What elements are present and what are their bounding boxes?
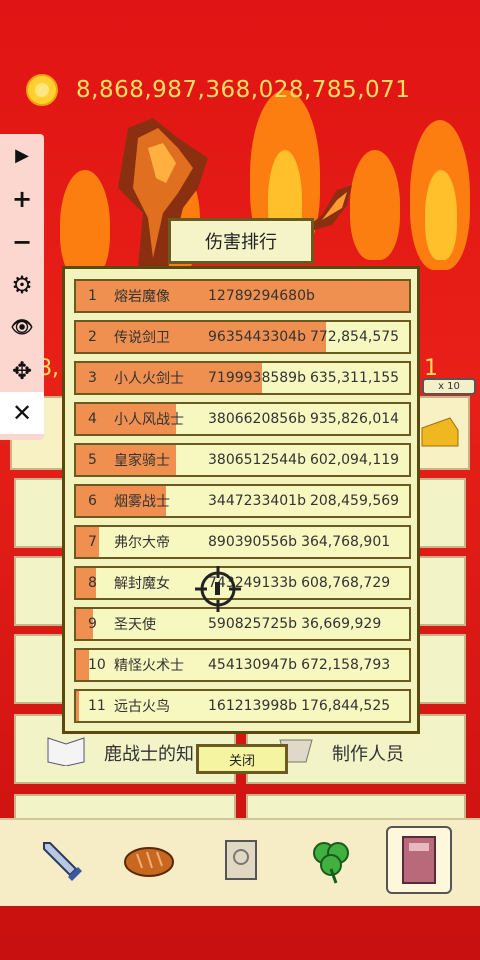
- rank-label: 4: [88, 411, 97, 427]
- hero-name: 圣天使: [114, 617, 156, 633]
- flame-decoration: [425, 170, 457, 260]
- rank-label: 5: [88, 452, 97, 468]
- damage-value: 12789294680b: [208, 288, 315, 304]
- damage-value: 590825725b: [208, 616, 298, 632]
- ranking-row: 5 皇家骑士 3806512544b 602,094,119: [74, 443, 411, 477]
- damage-value: 3806620856b: [208, 411, 306, 427]
- damage-value: 890390556b: [208, 534, 298, 550]
- cheese-icon: [421, 417, 459, 447]
- book-nav-button[interactable]: [386, 826, 452, 894]
- close-button[interactable]: 关闭: [196, 744, 288, 774]
- hero-name: 解封魔女: [114, 576, 170, 592]
- rank-label: 10: [88, 657, 106, 673]
- damage-value: 3447233401b: [208, 493, 306, 509]
- ranking-row: 4 小人风战士 3806620856b 935,826,014: [74, 402, 411, 436]
- background-number: 935,826,014: [309, 411, 400, 427]
- rank-label: 2: [88, 329, 97, 345]
- background-number: 208,459,569: [309, 493, 400, 509]
- hero-name: 传说剑卫: [114, 330, 170, 346]
- ranking-row: 11 远古火鸟 161213998b 176,844,525: [74, 689, 411, 723]
- scroll-icon: [225, 840, 257, 880]
- rank-label: 1: [88, 288, 97, 304]
- dialog-title: 伤害排行: [168, 218, 314, 264]
- close-icon[interactable]: ✕: [0, 392, 44, 434]
- damage-value: 9635443304b: [208, 329, 306, 345]
- rank-label: 6: [88, 493, 97, 509]
- ranking-row: 1 熔岩魔像 12789294680b: [74, 279, 411, 313]
- hero-name: 远古火鸟: [114, 699, 170, 715]
- knowledge-card-label: 鹿战士的知: [104, 744, 194, 765]
- hero-name: 精怪火术士: [114, 658, 184, 674]
- rank-label: 7: [88, 534, 97, 550]
- background-number: 176,844,525: [301, 698, 391, 714]
- sword-icon: [43, 842, 82, 881]
- sword-nav-button[interactable]: [28, 826, 94, 894]
- crosshair-cursor-icon: [195, 566, 241, 612]
- bread-nav-button[interactable]: [116, 826, 182, 894]
- damage-value: 7199938589b: [208, 370, 306, 386]
- hero-name: 弗尔大帝: [114, 535, 170, 551]
- book-icon: [47, 737, 85, 766]
- rank-label: 8: [88, 575, 97, 591]
- background-number: 635,311,155: [309, 370, 400, 386]
- hide-icon[interactable]: 👁: [0, 306, 44, 349]
- hero-name: 小人火剑士: [114, 371, 184, 387]
- scroll-nav-button[interactable]: [208, 826, 274, 894]
- ranking-row: 8 解封魔女 743249133b 608,768,729: [74, 566, 411, 600]
- damage-value: 161213998b: [208, 698, 298, 714]
- clover-icon: [313, 842, 349, 884]
- move-icon[interactable]: ✥: [0, 349, 44, 392]
- rank-label: 3: [88, 370, 97, 386]
- damage-ranking-panel: 1 熔岩魔像 12789294680b 2 传说剑卫 9635443304b 772,854…: [62, 266, 420, 734]
- hero-name: 皇家骑士: [114, 453, 170, 469]
- multiplier-badge[interactable]: x 10: [422, 378, 476, 395]
- currency-display: 8,868,987,368,028,785,071: [26, 74, 410, 106]
- background-number: 364,768,901: [301, 534, 391, 550]
- plus-icon[interactable]: +: [0, 177, 44, 220]
- rank-label: 11: [88, 698, 106, 714]
- damage-bar-fill: [76, 691, 80, 721]
- clover-nav-button[interactable]: [298, 826, 364, 894]
- damage-value: 454130947b: [208, 657, 298, 673]
- settings-icon[interactable]: ⚙: [0, 263, 44, 306]
- credits-card-label: 制作人员: [332, 744, 404, 765]
- play-icon[interactable]: ▶: [0, 134, 44, 177]
- hero-name: 熔岩魔像: [114, 289, 170, 305]
- rank-label: 9: [88, 616, 97, 632]
- ranking-row: 3 小人火剑士 7199938589b 635,311,155: [74, 361, 411, 395]
- hero-name: 小人风战士: [114, 412, 184, 428]
- ranking-row: 7 弗尔大帝 890390556b 364,768,901: [74, 525, 411, 559]
- background-number: 772,854,575: [309, 329, 400, 345]
- background-number: 672,158,793: [301, 657, 391, 673]
- ranking-row: 2 传说剑卫 9635443304b 772,854,575: [74, 320, 411, 354]
- background-number: 602,094,119: [309, 452, 400, 468]
- ranking-row: 9 圣天使 590825725b 36,669,929: [74, 607, 411, 641]
- bread-icon: [124, 847, 174, 877]
- background-number: 608,768,729: [301, 575, 391, 591]
- background-number: 36,669,929: [301, 616, 382, 632]
- ranking-row: 6 烟雾战士 3447233401b 208,459,569: [74, 484, 411, 518]
- currency-value: 8,868,987,368,028,785,071: [76, 77, 411, 103]
- gold-coin-icon: [26, 74, 58, 106]
- minus-icon[interactable]: −: [0, 220, 44, 263]
- side-toolbar: ▶ + − ⚙ 👁 ✥ ✕: [0, 134, 44, 440]
- ranking-row: 10 精怪火术士 454130947b 672,158,793: [74, 648, 411, 682]
- book-icon: [402, 836, 436, 884]
- damage-value: 3806512544b: [208, 452, 306, 468]
- hero-name: 烟雾战士: [114, 494, 170, 510]
